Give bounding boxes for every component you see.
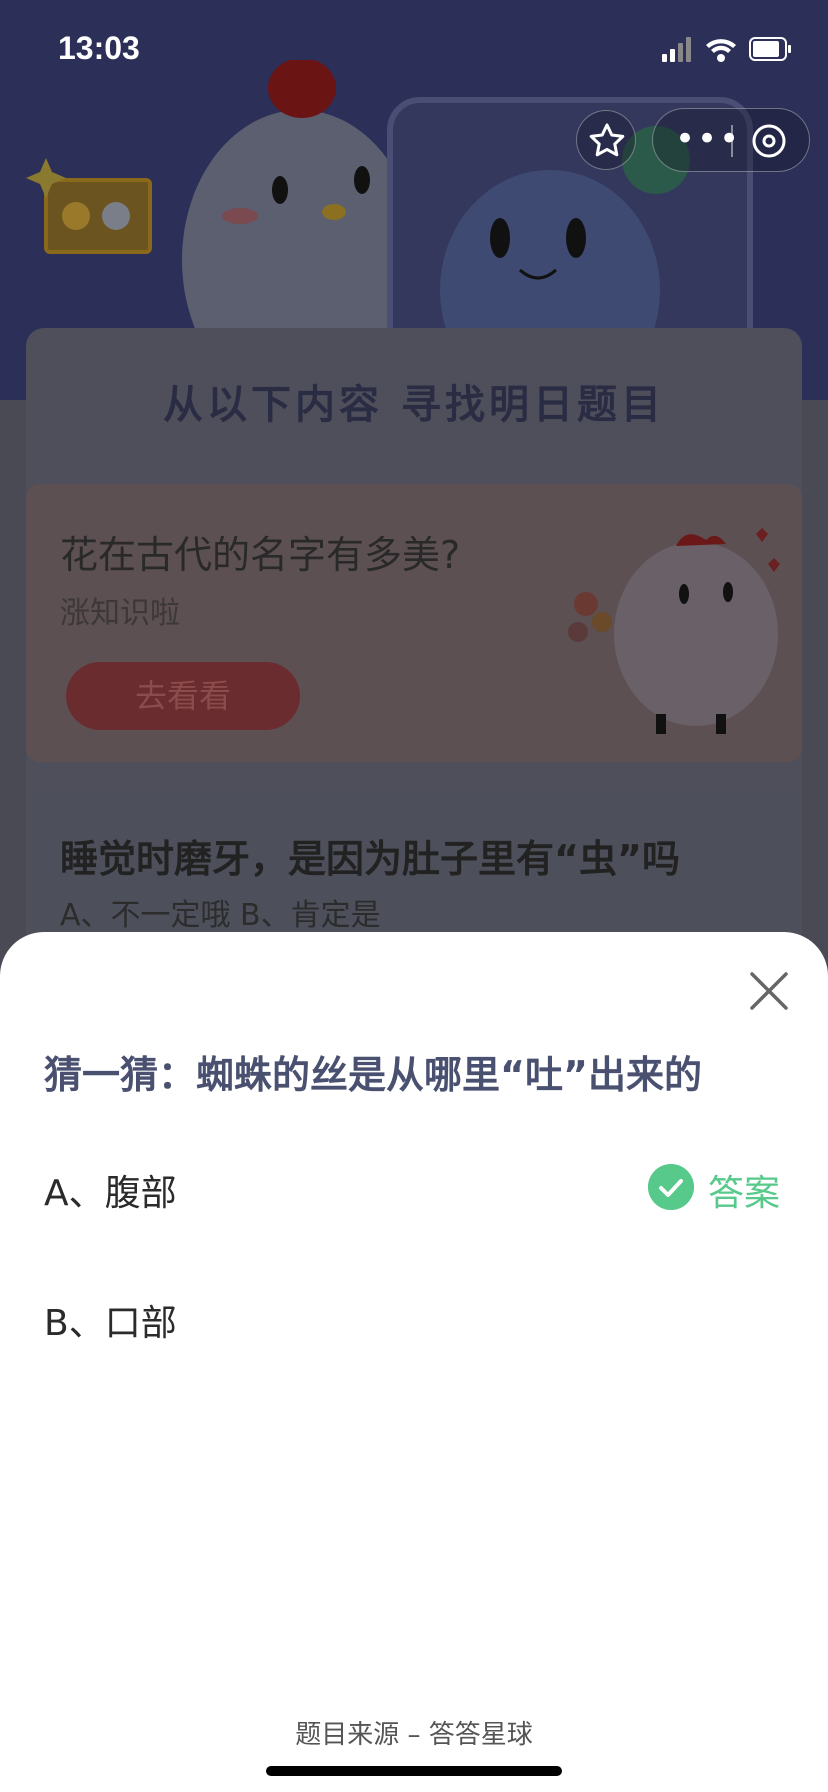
signal-icon <box>662 37 691 62</box>
status-bar: 13:03 <box>0 0 828 100</box>
article-card[interactable]: 花在古代的名字有多美? 涨知识啦 去看看 <box>26 484 802 762</box>
panel-title: 从以下内容 寻找明日题目 <box>163 382 665 428</box>
question-source: 题目来源 – 答答星球 <box>295 1720 533 1750</box>
battery-icon <box>749 37 791 61</box>
capsule-divider <box>731 125 733 157</box>
favorite-button[interactable] <box>576 110 636 170</box>
mascot-illustration <box>26 60 753 360</box>
more-dots-icon[interactable]: ••• <box>675 117 739 163</box>
view-article-button[interactable]: 去看看 <box>66 662 300 730</box>
article-title: 花在古代的名字有多美? <box>60 533 461 577</box>
quiz-options: A、不一定哦 B、肯定是 <box>60 898 381 933</box>
answer-sheet: 猜一猜：蜘蛛的丝是从哪里“吐”出来的 A、腹部 答案 B、口部 题目来源 – 答… <box>0 932 828 1792</box>
option-b[interactable]: B、口部 <box>44 1294 177 1346</box>
option-a[interactable]: A、腹部 <box>44 1164 177 1216</box>
wifi-icon <box>706 39 736 62</box>
mini-program-capsule: ••• <box>652 108 810 172</box>
chick-with-flowers-illustration <box>568 528 780 734</box>
answer-label: 答案 <box>708 1173 781 1214</box>
article-subtitle: 涨知识啦 <box>60 596 180 631</box>
star-icon <box>589 123 625 157</box>
close-circle-icon[interactable] <box>749 121 789 161</box>
quiz-question: 睡觉时磨牙，是因为肚子里有“虫”吗 <box>60 837 680 881</box>
status-icons <box>662 37 791 62</box>
close-icon[interactable] <box>748 970 790 1012</box>
sheet-question: 猜一猜：蜘蛛的丝是从哪里“吐”出来的 <box>44 1053 702 1097</box>
status-time: 13:03 <box>58 30 140 66</box>
home-indicator[interactable] <box>266 1766 562 1776</box>
check-circle-icon <box>648 1164 694 1210</box>
